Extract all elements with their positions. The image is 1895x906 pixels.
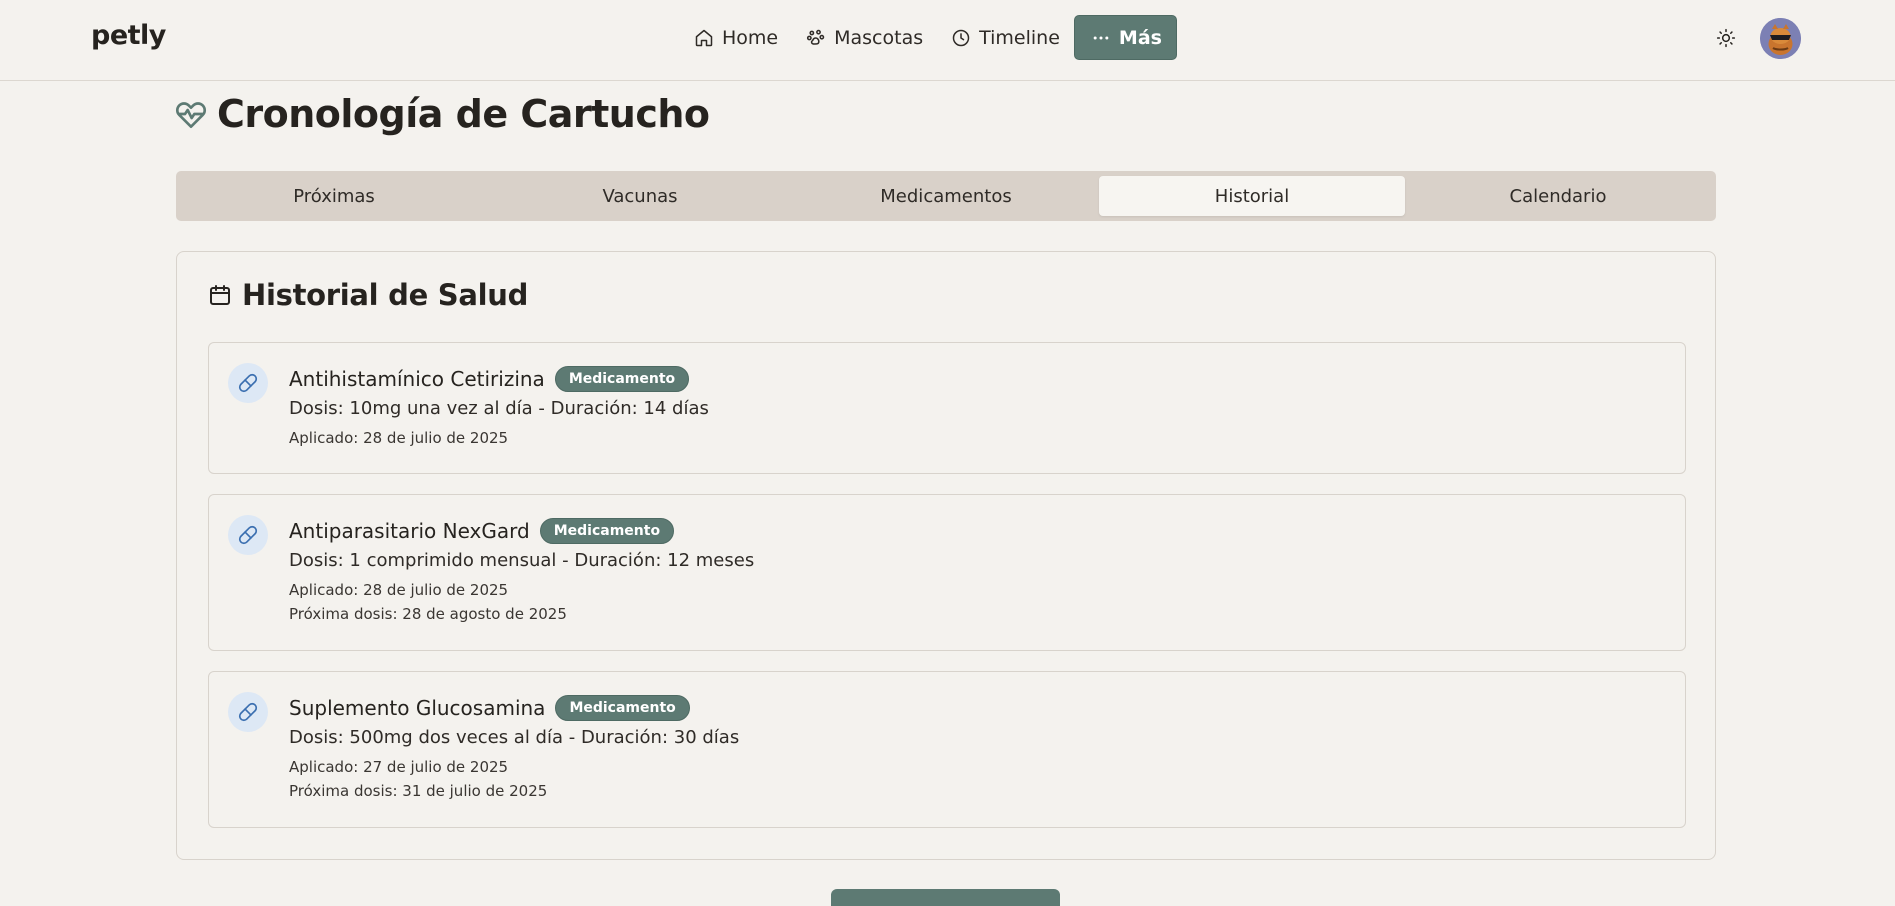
sun-icon <box>1716 28 1736 48</box>
tab-vacunas[interactable]: Vacunas <box>487 176 793 216</box>
history-entry[interactable]: Suplemento Glucosamina Medicamento Dosis… <box>208 671 1686 828</box>
page-title: Cronología de Cartucho <box>217 92 710 136</box>
pill-icon-wrapper <box>228 363 268 403</box>
timeline-tabs: Próximas Vacunas Medicamentos Historial … <box>176 171 1716 221</box>
tab-medicamentos[interactable]: Medicamentos <box>793 176 1099 216</box>
entry-type-badge: Medicamento <box>555 695 690 721</box>
entry-header: Antihistamínico Cetirizina Medicamento <box>289 365 709 393</box>
more-dots-icon <box>1093 36 1109 39</box>
bottom-action-button[interactable] <box>831 889 1060 906</box>
entry-dose: Dosis: 10mg una vez al día - Duración: 1… <box>289 398 709 419</box>
page-header: Cronología de Cartucho <box>175 92 710 136</box>
card-header: Historial de Salud <box>208 278 528 312</box>
home-icon <box>695 29 713 46</box>
pill-icon-wrapper <box>228 515 268 555</box>
nav-mas[interactable]: Más <box>1073 15 1177 60</box>
nav-home-label: Home <box>722 26 779 49</box>
nav-timeline[interactable]: Timeline <box>937 15 1074 60</box>
tab-calendario[interactable]: Calendario <box>1405 176 1711 216</box>
entry-name: Antiparasitario NexGard <box>289 519 530 543</box>
heart-pulse-icon <box>176 102 206 128</box>
entry-dose: Dosis: 500mg dos veces al día - Duración… <box>289 727 740 748</box>
nav-mascotas[interactable]: Mascotas <box>792 15 937 60</box>
top-navbar: petly Home Mascotas Timeline Más <box>0 0 1895 81</box>
entry-header: Antiparasitario NexGard Medicamento <box>289 517 754 545</box>
app-logo[interactable]: petly <box>91 20 166 51</box>
entry-type-badge: Medicamento <box>554 366 690 392</box>
entry-next-dose: Próxima dosis: 28 de agosto de 2025 <box>289 605 567 623</box>
entry-name: Suplemento Glucosamina <box>289 696 546 720</box>
history-entry[interactable]: Antiparasitario NexGard Medicamento Dosi… <box>208 494 1686 651</box>
entry-name: Antihistamínico Cetirizina <box>289 367 545 391</box>
tab-historial[interactable]: Historial <box>1099 176 1405 216</box>
card-title: Historial de Salud <box>242 278 529 312</box>
entry-body: Antihistamínico Cetirizina Medicamento D… <box>289 365 709 447</box>
entry-body: Suplemento Glucosamina Medicamento Dosis… <box>289 694 739 800</box>
entry-next-dose: Próxima dosis: 31 de julio de 2025 <box>289 782 548 800</box>
nav-timeline-label: Timeline <box>979 26 1060 49</box>
paw-icon <box>807 29 825 45</box>
entry-applied-date: Aplicado: 28 de julio de 2025 <box>289 429 509 447</box>
nav-mascotas-label: Mascotas <box>834 26 924 49</box>
entry-body: Antiparasitario NexGard Medicamento Dosi… <box>289 517 754 623</box>
theme-toggle-button[interactable] <box>1713 25 1739 51</box>
calendar-icon <box>210 285 230 305</box>
clock-icon <box>952 29 970 46</box>
entry-type-badge: Medicamento <box>539 518 675 544</box>
health-history-card: Historial de Salud Antihistamínico Cetir… <box>176 251 1716 860</box>
avatar[interactable] <box>1760 18 1801 59</box>
entry-header: Suplemento Glucosamina Medicamento <box>289 694 739 722</box>
main-nav: Home Mascotas Timeline Más <box>680 15 1177 60</box>
nav-home[interactable]: Home <box>680 15 792 60</box>
entry-dose: Dosis: 1 comprimido mensual - Duración: … <box>289 550 755 571</box>
nav-mas-label: Más <box>1118 26 1162 49</box>
entry-applied-date: Aplicado: 28 de julio de 2025 <box>289 581 509 599</box>
pill-icon-wrapper <box>228 692 268 732</box>
entry-applied-date: Aplicado: 27 de julio de 2025 <box>289 758 509 776</box>
pill-icon <box>238 702 258 722</box>
tab-proximas[interactable]: Próximas <box>181 176 487 216</box>
pill-icon <box>238 525 258 545</box>
user-avatar-image <box>1760 18 1801 59</box>
pill-icon <box>238 373 258 393</box>
history-entry[interactable]: Antihistamínico Cetirizina Medicamento D… <box>208 342 1686 474</box>
